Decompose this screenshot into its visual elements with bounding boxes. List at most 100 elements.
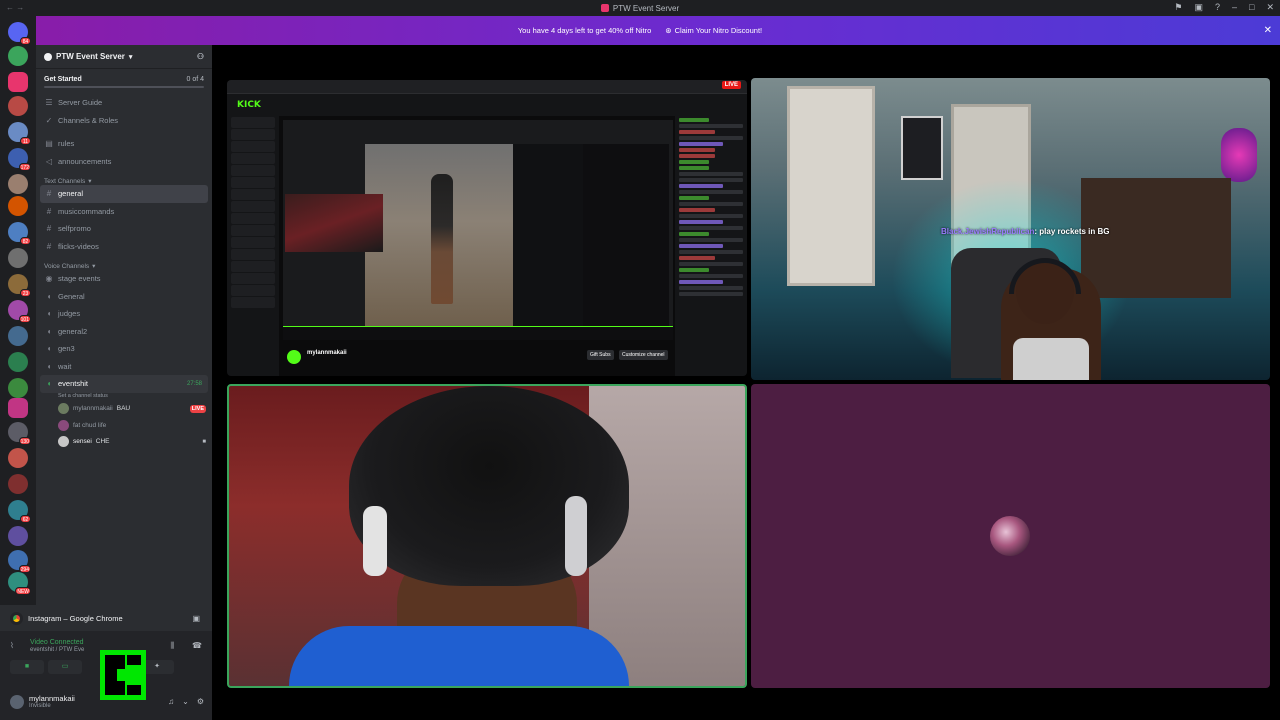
channel-label: general2 — [58, 326, 88, 336]
voice-channel-general2[interactable]: ◖ general2 — [36, 323, 212, 341]
server-icon[interactable] — [8, 378, 28, 398]
category-text-channels[interactable]: Text Channels ▾ — [36, 170, 212, 185]
maximize-icon[interactable]: □ — [1249, 2, 1254, 13]
kick-site-logo: KICK — [237, 100, 261, 110]
get-started-count: 0 of 4 — [186, 76, 204, 83]
minimize-icon[interactable]: – — [1232, 2, 1237, 13]
screen-icon[interactable]: ▣ — [1194, 2, 1203, 13]
voice-tile-no-video[interactable] — [751, 384, 1270, 688]
server-icon[interactable]: 130 — [8, 422, 31, 445]
server-icon[interactable]: 172 — [8, 148, 31, 171]
chevron-down-icon: ▾ — [92, 263, 96, 270]
headphones-icon[interactable]: ♫ — [168, 697, 174, 706]
channel-status[interactable]: Set a channel status — [36, 393, 212, 401]
player-controls — [283, 326, 673, 340]
channel-announcements[interactable]: ◁ announcements — [36, 153, 212, 171]
server-guide-label: Server Guide — [58, 98, 103, 108]
channels-roles-item[interactable]: ✓ Channels & Roles — [36, 112, 212, 130]
chevron-down-icon[interactable]: ⌄ — [182, 697, 189, 706]
video-fur-hat — [349, 386, 629, 586]
channel-flicks-videos[interactable]: # flicks-videos — [36, 238, 212, 256]
channel-label: wait — [58, 361, 72, 371]
kick-nav: KICK — [227, 94, 747, 116]
dm-home-icon[interactable]: 84 — [8, 22, 31, 45]
avatar — [58, 436, 69, 448]
nitro-icon: ⊛ — [665, 26, 672, 35]
server-icon[interactable]: 82 — [8, 222, 31, 245]
server-icon[interactable]: 11 — [8, 122, 31, 145]
voice-channel-eventshit[interactable]: ◖ eventshit 27:58 — [40, 375, 208, 393]
server-icon[interactable] — [8, 96, 28, 116]
server-icon[interactable] — [8, 448, 28, 468]
server-icon[interactable]: 101 — [8, 300, 31, 323]
camera-button[interactable]: ■ — [10, 660, 44, 674]
voice-channel-general[interactable]: ◖ General — [36, 288, 212, 306]
close-window-icon[interactable]: ✕ — [1266, 2, 1274, 13]
add-server-icon[interactable] — [8, 46, 28, 66]
activity-item[interactable]: Instagram – Google Chrome ▣ — [0, 605, 212, 631]
video-backpack — [1221, 128, 1257, 182]
hash-icon: # — [46, 224, 52, 234]
video-hoodie — [289, 626, 629, 686]
server-icon[interactable] — [8, 196, 28, 216]
nitro-banner: You have 4 days left to get 40% off Nitr… — [0, 16, 1280, 45]
voice-user[interactable]: fat chud life — [36, 417, 212, 434]
server-ptw-event-icon[interactable] — [8, 72, 28, 92]
user-name: mylannmakaii — [29, 694, 75, 703]
voice-user[interactable]: mylannmakaii BAU LIVE — [36, 401, 212, 418]
server-icon[interactable] — [8, 526, 28, 546]
channel-label: gen3 — [58, 344, 75, 354]
server-icon[interactable] — [8, 474, 28, 494]
voice-channel-judges[interactable]: ◖ judges — [36, 305, 212, 323]
voice-user[interactable]: sensei CHE ■ — [36, 434, 212, 451]
channel-musiccommands[interactable]: # musiccommands — [36, 203, 212, 221]
claim-discount-button[interactable]: ⊛ Claim Your Nitro Discount! — [665, 26, 762, 35]
screen-share-button[interactable]: ▭ — [48, 660, 82, 674]
noise-suppression-icon[interactable]: ⫼ — [170, 641, 174, 651]
channel-general[interactable]: # general — [40, 185, 208, 203]
voice-buttons: ■ ▭ ✦ — [10, 660, 174, 674]
window-controls: ⚑ ▣ ? – □ ✕ — [1174, 2, 1274, 13]
activity-close-icon[interactable]: ▣ — [192, 614, 200, 623]
stream-person — [431, 174, 453, 304]
inbox-icon[interactable]: ⚑ — [1174, 2, 1182, 13]
add-user-icon[interactable]: ⚇ — [197, 52, 204, 61]
channel-selfpromo[interactable]: # selfpromo — [36, 220, 212, 238]
user-avatar[interactable] — [10, 694, 24, 709]
voice-user-tag: CHE — [95, 438, 110, 446]
channel-sidebar: PTW Event Server ▾ ⚇ Get Started 0 of 4 … — [36, 45, 212, 605]
channel-stage-events[interactable]: ◉ stage events — [36, 270, 212, 288]
category-voice-channels[interactable]: Voice Channels ▾ — [36, 255, 212, 270]
server-icon[interactable]: NEW — [8, 572, 31, 595]
webcam-tile-speaking[interactable] — [227, 384, 747, 688]
unread-badge: 62 — [20, 515, 31, 523]
nav-arrows-icon[interactable]: ← → — [6, 3, 24, 12]
speaker-icon: ◖ — [46, 326, 52, 336]
voice-user-name: fat chud life — [73, 421, 107, 429]
server-icon[interactable]: 23 — [8, 274, 31, 297]
server-icon[interactable] — [8, 352, 28, 372]
close-banner-icon[interactable]: ✕ — [1264, 25, 1272, 36]
server-guide-item[interactable]: ☰ Server Guide — [36, 94, 212, 112]
server-icon[interactable] — [8, 326, 28, 346]
voice-channel-wait[interactable]: ◖ wait — [36, 358, 212, 376]
disconnect-icon[interactable]: ☎ — [192, 641, 202, 650]
server-icon[interactable]: 62 — [8, 500, 31, 523]
instagram-server-icon[interactable] — [8, 398, 28, 418]
server-icon[interactable] — [8, 248, 28, 268]
webcam-tile-bedroom[interactable]: Black.JewishRepublican: play rockets in … — [751, 78, 1270, 380]
unread-badge: 172 — [18, 163, 31, 171]
user-info[interactable]: mylannmakaii Invisible — [29, 694, 75, 709]
get-started-label: Get Started — [44, 76, 82, 83]
settings-gear-icon[interactable]: ⚙ — [197, 697, 204, 706]
hash-icon: # — [46, 206, 52, 216]
server-header[interactable]: PTW Event Server ▾ ⚇ — [36, 45, 212, 69]
get-started[interactable]: Get Started 0 of 4 — [36, 69, 212, 86]
channel-rules[interactable]: ▤ rules — [36, 135, 212, 153]
server-icon[interactable] — [8, 174, 28, 194]
help-icon[interactable]: ? — [1215, 2, 1220, 13]
server-icon[interactable]: 294 — [8, 550, 31, 573]
stream-tile-screenshare[interactable]: LIVE KICK mylannmakaii Gift Subs Customi… — [227, 80, 747, 376]
voice-channel-gen3[interactable]: ◖ gen3 — [36, 340, 212, 358]
video-poster — [901, 116, 943, 180]
